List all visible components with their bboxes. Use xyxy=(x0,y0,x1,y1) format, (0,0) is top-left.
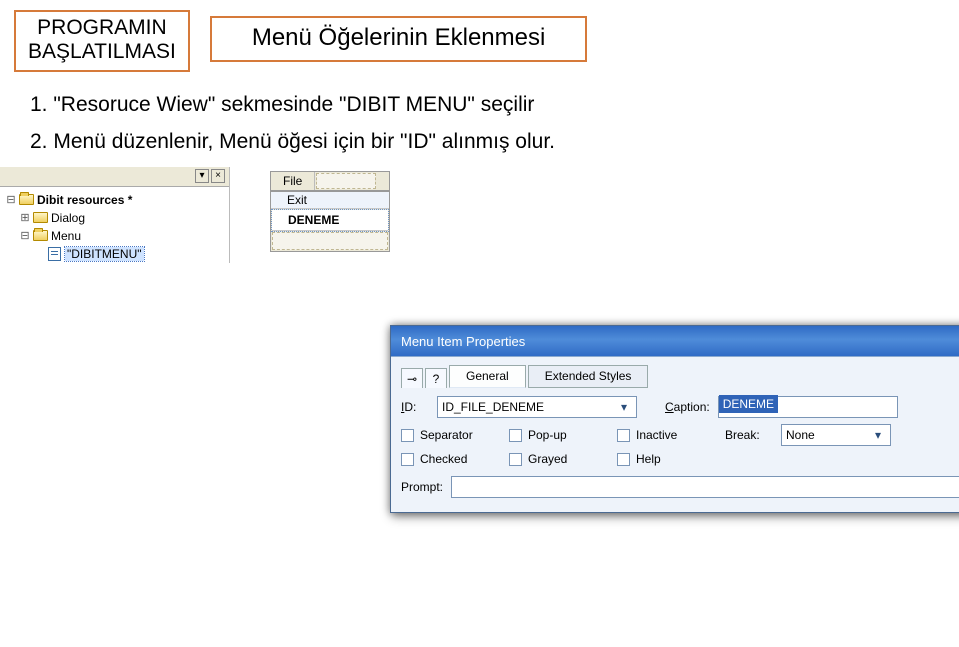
dialog-title-text: Menu Item Properties xyxy=(401,334,525,349)
checkbox-checked[interactable]: Checked xyxy=(401,452,501,466)
tree-menu-label[interactable]: Menu xyxy=(51,229,81,243)
menu-item-properties-dialog: Menu Item Properties ✕ ⊸ ? General Exten… xyxy=(390,325,959,513)
folder-closed-icon xyxy=(32,211,48,225)
tab-general[interactable]: General xyxy=(449,365,526,388)
pane-ruler: ▾ × xyxy=(0,167,229,187)
badge-box: PROGRAMIN BAŞLATILMASI xyxy=(14,10,190,72)
folder-open-icon xyxy=(18,193,34,207)
help-icon[interactable]: ? xyxy=(425,368,447,388)
menu-item-exit[interactable]: Exit xyxy=(271,192,389,209)
tree-dialog-label[interactable]: Dialog xyxy=(51,211,85,225)
label-prompt: Prompt: xyxy=(401,480,443,494)
label-break: Break: xyxy=(725,428,773,442)
tree-collapse-icon[interactable]: ⊟ xyxy=(4,193,18,206)
caption-input[interactable]: DENEME xyxy=(718,396,898,418)
break-value: None xyxy=(786,428,815,442)
tree-collapse-icon[interactable]: ⊟ xyxy=(18,229,32,242)
checkbox-help[interactable]: Help xyxy=(617,452,717,466)
tree-dibitmenu-item[interactable]: "DIBITMENU" xyxy=(65,247,144,261)
id-value: ID_FILE_DENEME xyxy=(442,400,544,414)
menu-strip[interactable]: File xyxy=(270,171,390,191)
menu-editor-pane: File Exit DENEME xyxy=(230,167,959,263)
step-1: 1. "Resoruce Wiew" sekmesinde "DIBIT MEN… xyxy=(30,92,959,118)
label-caption: Caption: xyxy=(665,400,710,414)
menu-placeholder[interactable] xyxy=(316,173,376,189)
break-combobox[interactable]: None ▾ xyxy=(781,424,891,446)
caption-value: DENEME xyxy=(719,395,778,413)
menu-file[interactable]: File xyxy=(271,172,315,190)
resource-tree[interactable]: ⊟ Dibit resources * ⊞ Dialog ⊟ Menu "DIB… xyxy=(0,187,229,263)
tree-expand-icon[interactable]: ⊞ xyxy=(18,211,32,224)
dialog-titlebar[interactable]: Menu Item Properties ✕ xyxy=(391,326,959,356)
checkbox-popup[interactable]: Pop-up xyxy=(509,428,609,442)
step-2: 2. Menü düzenlenir, Menü öğesi için bir … xyxy=(30,129,959,155)
chevron-down-icon[interactable]: ▾ xyxy=(616,400,632,414)
checkbox-grayed[interactable]: Grayed xyxy=(509,452,609,466)
tree-root-label[interactable]: Dibit resources * xyxy=(37,193,132,207)
resource-view-pane: ▾ × ⊟ Dibit resources * ⊞ Dialog ⊟ Menu … xyxy=(0,167,230,263)
label-id: ID: xyxy=(401,400,429,414)
pushpin-icon[interactable]: ⊸ xyxy=(401,368,423,388)
id-combobox[interactable]: ID_FILE_DENEME ▾ xyxy=(437,396,637,418)
tab-extended-styles[interactable]: Extended Styles xyxy=(528,365,649,388)
page-title: Menü Öğelerinin Eklenmesi xyxy=(210,16,587,62)
pane-minimize-icon[interactable]: ▾ xyxy=(195,169,209,183)
pane-close-icon[interactable]: × xyxy=(211,169,225,183)
file-icon xyxy=(46,247,62,261)
dialog-tabs: ⊸ ? General Extended Styles xyxy=(401,365,959,388)
prompt-input[interactable] xyxy=(451,476,959,498)
menu-item-placeholder[interactable] xyxy=(272,232,388,250)
folder-open-icon xyxy=(32,229,48,243)
badge-line2: BAŞLATILMASI xyxy=(28,40,176,64)
chevron-down-icon[interactable]: ▾ xyxy=(870,428,886,442)
menu-dropdown[interactable]: Exit DENEME xyxy=(270,191,390,252)
checkbox-separator[interactable]: Separator xyxy=(401,428,501,442)
checkbox-inactive[interactable]: Inactive xyxy=(617,428,717,442)
badge-line1: PROGRAMIN xyxy=(28,16,176,40)
menu-item-deneme[interactable]: DENEME xyxy=(272,210,388,231)
